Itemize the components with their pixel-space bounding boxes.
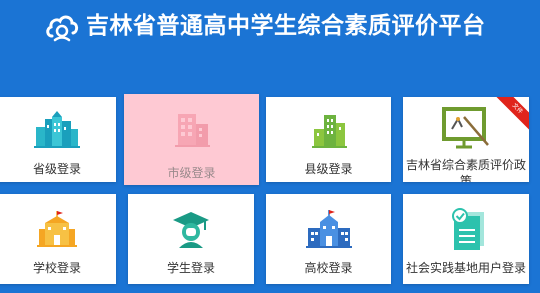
green-buildings-icon xyxy=(311,115,347,148)
provincial-login-card[interactable]: 省级登录 xyxy=(0,97,116,182)
card-label: 省级登录 xyxy=(32,162,81,176)
policy-board-icon xyxy=(442,107,489,149)
city-buildings-icon xyxy=(34,111,80,148)
cloud-logo-icon xyxy=(46,15,79,42)
county-login-card[interactable]: 县级登录 xyxy=(266,97,391,182)
policy-card[interactable]: 文件 吉林省综合素质评价政 策 xyxy=(403,97,529,182)
certificate-documents-icon xyxy=(452,208,484,250)
page-header: 吉林省普通高中学生综合素质评价平台 xyxy=(0,0,540,56)
card-label: 吉林省综合素质评价政 策 xyxy=(405,158,526,182)
graduate-cap-icon xyxy=(173,212,209,248)
card-label: 县级登录 xyxy=(304,162,353,176)
city-login-card[interactable]: 市级登录 xyxy=(124,94,259,185)
card-label: 学生登录 xyxy=(166,261,215,275)
card-label: 社会实践基地用户登录 xyxy=(405,261,526,275)
card-label: 高校登录 xyxy=(304,261,353,275)
card-label: 市级登录 xyxy=(167,166,216,180)
page-title: 吉林省普通高中学生综合素质评价平台 xyxy=(86,13,486,39)
file-ribbon-badge: 文件 xyxy=(492,97,529,134)
university-building-icon xyxy=(305,210,352,248)
university-login-card[interactable]: 高校登录 xyxy=(266,194,391,284)
school-building-icon xyxy=(37,211,77,247)
card-label: 学校登录 xyxy=(32,261,81,275)
student-login-card[interactable]: 学生登录 xyxy=(128,194,254,284)
practice-base-login-card[interactable]: 社会实践基地用户登录 xyxy=(403,194,529,284)
school-login-card[interactable]: 学校登录 xyxy=(0,194,116,284)
office-tower-icon xyxy=(174,114,210,147)
